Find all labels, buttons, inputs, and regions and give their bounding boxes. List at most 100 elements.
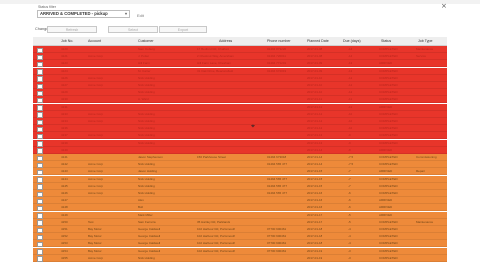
table-row[interactable]: 4145 Acme Corp Nick Holding 01494 565 477 20…: [33, 182, 447, 190]
row-checkbox[interactable]: [37, 205, 43, 212]
row-checkbox[interactable]: [37, 234, 43, 241]
cell-account: Acme Corp: [88, 176, 104, 181]
cell-customer: Mark Miller: [138, 212, 153, 217]
row-checkbox[interactable]: [37, 119, 43, 125]
table-row[interactable]: 4124 M. Carter 31 Oak Drive, Beaconsfield 0…: [33, 67, 447, 75]
col-planned-date[interactable]: Planned Date: [307, 37, 329, 45]
table-row[interactable]: 4152 Bay Motor George Caldwell 102 Harbour …: [33, 233, 447, 241]
row-checkbox[interactable]: [37, 76, 43, 82]
row-checkbox[interactable]: [37, 69, 43, 75]
table-row[interactable]: 4131 2017-01-11 -11 ARRIVED: [33, 103, 447, 111]
row-checkbox[interactable]: [37, 227, 43, 233]
cell-customer: Nick Holding: [138, 162, 155, 167]
cell-type: Service: [416, 54, 427, 59]
table-row[interactable]: 4133 Acme Corp Nick Holding 2017-01-12 -10 CO…: [33, 110, 447, 118]
cell-phone: 07700 900461: [267, 241, 287, 246]
row-checkbox[interactable]: [37, 141, 43, 147]
row-checkbox[interactable]: [37, 126, 43, 133]
cell-account: Acme Corp: [88, 183, 104, 188]
cell-account: Test: [88, 219, 94, 224]
row-checkbox[interactable]: [37, 191, 43, 197]
row-checkbox[interactable]: [37, 241, 43, 248]
table-row[interactable]: 4155 Acme Corp Nick Holding 2017-01-19 -3 COM…: [33, 254, 447, 262]
col-status[interactable]: Status: [381, 37, 391, 45]
cell-status: ARRIVED: [379, 169, 393, 174]
row-checkbox[interactable]: [37, 54, 43, 61]
row-checkbox[interactable]: [37, 198, 43, 205]
row-checkbox[interactable]: [37, 148, 43, 154]
row-checkbox[interactable]: [37, 105, 43, 111]
cell-customer: Nick Holding: [138, 133, 155, 138]
table-row[interactable]: 4150 Test Sam Ferreira 35 Hartley Rd, Parkl…: [33, 218, 447, 226]
row-checkbox[interactable]: [37, 97, 43, 104]
col-job-no[interactable]: Job No.: [61, 37, 73, 45]
table-row[interactable]: 4143 Acme Corp Jason Holding 2017-01-15 -7 AR…: [33, 168, 447, 176]
row-checkbox[interactable]: [37, 256, 43, 262]
col-phone[interactable]: Phone number: [267, 37, 291, 45]
select-button[interactable]: Select: [108, 26, 158, 33]
table-row[interactable]: 4127 Acme Corp Nick Holding 2017-01-10 -12 CO…: [33, 82, 447, 89]
row-checkbox[interactable]: [37, 155, 43, 161]
table-row[interactable]: 4144 Acme Corp Nick Holding 01494 565 477 20…: [33, 175, 447, 183]
cell-due: -10: [348, 119, 353, 123]
col-account[interactable]: Account: [88, 37, 101, 45]
cell-job: 4153: [61, 241, 68, 246]
table-row[interactable]: 4142 Acme Corp Nick Holding 01494 565 477 20…: [33, 161, 447, 169]
row-checkbox[interactable]: [37, 90, 43, 97]
cell-job: 4154: [61, 248, 68, 253]
cell-customer: Nick Holding: [138, 111, 155, 116]
table-row[interactable]: 4136 Nick Holding 2017-01-12 -10 COMPLETED: [33, 125, 447, 133]
row-checkbox[interactable]: [37, 184, 43, 190]
edit-filter-link[interactable]: Edit: [137, 13, 144, 18]
row-checkbox[interactable]: [37, 177, 43, 183]
table-row[interactable]: 4141 Jason Stephenson 150 Parkhouse Street…: [33, 154, 447, 161]
table-row[interactable]: 4126 Acme Corp Nick Holding 2017-01-10 -12 CO…: [33, 74, 447, 82]
row-checkbox[interactable]: [37, 112, 43, 118]
table-row[interactable]: 4146 Acme Corp Nick Holding 01494 565 477 20…: [33, 190, 447, 197]
cell-due: -7: [348, 169, 351, 174]
cell-date: 2017-01-10: [307, 83, 323, 87]
cell-customer: Nick Holding: [138, 255, 155, 260]
table-row[interactable]: 4153 Bay Motor George Caldwell 102 Harbour …: [33, 240, 447, 248]
cell-due: -4: [348, 234, 351, 239]
table-row[interactable]: 4140 2017-01-14 -8 ARRIVED: [33, 146, 447, 154]
col-address[interactable]: Address: [219, 37, 232, 45]
cell-job: 4149: [61, 212, 68, 217]
table-row[interactable]: 4123 Hill Farm Hill Farm Lane, Chesham 0149…: [33, 60, 447, 68]
cell-phone: 01494 565 477: [267, 191, 288, 195]
table-row[interactable]: 4120 Sam Coburg 17 Bedford Rd, Chalfont 014…: [33, 46, 447, 53]
col-job-type[interactable]: Job Type: [418, 37, 433, 45]
row-checkbox[interactable]: [37, 133, 43, 140]
cell-due: -6: [348, 205, 351, 210]
table-row[interactable]: 4134 Acme Corp Nick Holding 2017-01-12 -10 CO…: [33, 118, 447, 125]
row-checkbox[interactable]: [37, 83, 43, 89]
row-checkbox[interactable]: [37, 169, 43, 176]
table-row[interactable]: 4139 Nick Holding 2017-01-13 -9 COMPLETED: [33, 139, 447, 147]
cell-status: COMPLETED: [379, 162, 398, 167]
table-row[interactable]: 4148 Bob 2017-01-16 -6 ARRIVED: [33, 204, 447, 212]
cell-account: Acme Corp: [88, 119, 104, 123]
row-checkbox[interactable]: [37, 213, 43, 219]
table-row[interactable]: 4147 Alex 2017-01-16 -6 ARRIVED: [33, 197, 447, 205]
refresh-button[interactable]: Refresh: [47, 26, 97, 33]
table-row[interactable]: 4137 Acme Corp Nick Holding 2017-01-13 -9 COM…: [33, 132, 447, 140]
cell-job: 4124: [61, 68, 68, 73]
col-customer[interactable]: Customer: [138, 37, 154, 45]
cell-job: 4141: [61, 155, 68, 159]
cell-account: Acme Corp: [88, 255, 104, 260]
row-checkbox[interactable]: [37, 61, 43, 68]
table-row[interactable]: 4121 Acme Corp J. Potter 2 Chestnut Way, Am…: [33, 53, 447, 61]
close-icon[interactable]: ×: [441, 3, 447, 10]
row-checkbox[interactable]: [37, 162, 43, 169]
row-checkbox[interactable]: [37, 249, 43, 255]
table-row[interactable]: 4129 Nick Holding 2017-01-10 -12 COMPLETED: [33, 89, 447, 97]
row-checkbox[interactable]: [37, 47, 43, 53]
row-checkbox[interactable]: [37, 220, 43, 226]
col-due[interactable]: Due (days): [343, 37, 361, 45]
status-filter-select[interactable]: ARRIVED & COMPLETED - pickup ▾: [37, 10, 130, 18]
table-row[interactable]: 4149 Mark Miller 2017-01-17 -5 ARRIVED: [33, 211, 447, 219]
table-row[interactable]: 4151 Bay Motor George Caldwell 102 Harbour …: [33, 226, 447, 233]
table-row[interactable]: 4130 A. Ward 2017-01-11 -11 COMPLETED: [33, 96, 447, 104]
table-row[interactable]: 4154 Bay Motor George Caldwell 102 Harbour …: [33, 247, 447, 255]
export-button[interactable]: Export: [159, 26, 207, 33]
